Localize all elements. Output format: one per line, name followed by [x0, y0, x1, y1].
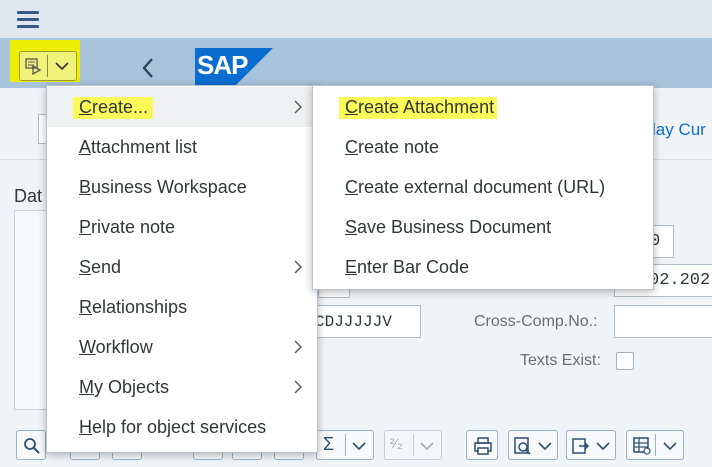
- chevron-down-icon: [420, 442, 434, 451]
- chevron-right-icon: [294, 260, 302, 274]
- menu-item-workflow[interactable]: Workflow: [47, 327, 317, 367]
- sum-icon: Σ: [323, 434, 335, 454]
- chevron-right-icon: [294, 380, 302, 394]
- submenu-item-create-attachment[interactable]: Create Attachment: [313, 87, 653, 127]
- menu-item-label: Business Workspace: [79, 177, 247, 197]
- submenu-item-create-external-document[interactable]: Create external document (URL): [313, 167, 653, 207]
- zoom-button[interactable]: [16, 430, 46, 460]
- menu-item-label: Send: [79, 257, 122, 277]
- menu-item-create[interactable]: Create...: [47, 87, 317, 127]
- field-value-3[interactable]: CDJJJJJV: [300, 305, 421, 338]
- export-icon: [572, 438, 590, 454]
- field-value-2-text: 02.202: [649, 271, 711, 290]
- print-button[interactable]: [466, 430, 498, 460]
- menu-item-send[interactable]: Send: [47, 247, 317, 287]
- texts-exist-checkbox[interactable]: [616, 352, 634, 370]
- services-menu: Create... Attachment list Business Works…: [46, 85, 318, 453]
- menu-item-label: Attachment list: [79, 137, 198, 157]
- shell-bar: [0, 0, 712, 38]
- chevron-down-icon[interactable]: [537, 440, 553, 452]
- submenu-item-label: Create note: [345, 137, 440, 157]
- menu-item-private-note[interactable]: Private note: [47, 207, 317, 247]
- services-for-object-icon: [25, 58, 42, 75]
- submenu-item-enter-bar-code[interactable]: Enter Bar Code: [313, 247, 653, 287]
- menu-item-label: Private note: [79, 217, 176, 237]
- section-title-fragment: Dat: [14, 186, 43, 206]
- submenu-item-label: Save Business Document: [345, 217, 552, 237]
- chevron-down-icon[interactable]: [662, 440, 678, 452]
- subtotal-button[interactable]: ²⁄₂: [384, 430, 442, 460]
- menu-item-label: Relationships: [79, 297, 188, 317]
- submenu-item-label: Create external document (URL): [345, 177, 606, 197]
- menu-item-my-objects[interactable]: My Objects: [47, 367, 317, 407]
- chevron-down-icon[interactable]: [351, 440, 367, 452]
- menu-item-attachment-list[interactable]: Attachment list: [47, 127, 317, 167]
- menu-item-business-workspace[interactable]: Business Workspace: [47, 167, 317, 207]
- print-preview-icon: [514, 437, 531, 455]
- chevron-down-icon[interactable]: [54, 60, 70, 72]
- subtotal-icon: ²⁄₂: [390, 435, 403, 451]
- create-submenu: Create Attachment Create note Create ext…: [312, 85, 654, 290]
- chevron-right-icon: [294, 340, 302, 354]
- cross-comp-label: Cross-Comp.No.:: [474, 313, 598, 330]
- panel-fragment: [14, 210, 48, 410]
- layout-button[interactable]: [626, 430, 684, 460]
- cross-comp-input[interactable]: [614, 305, 712, 338]
- menu-item-relationships[interactable]: Relationships: [47, 287, 317, 327]
- sap-logo-text: SAP: [197, 50, 248, 80]
- header-button-fragment[interactable]: lay Cur: [652, 120, 706, 140]
- submenu-item-label: Create Attachment: [345, 97, 495, 117]
- layout-icon: [633, 437, 651, 455]
- print-preview-button[interactable]: [508, 430, 558, 460]
- chevron-left-icon[interactable]: [140, 55, 156, 81]
- zoom-icon: [24, 438, 40, 454]
- menu-item-label: Help for object services: [79, 417, 267, 437]
- export-button[interactable]: [566, 430, 616, 460]
- chevron-right-icon: [294, 100, 302, 114]
- sum-button[interactable]: Σ: [316, 430, 374, 460]
- submenu-item-label: Enter Bar Code: [345, 257, 470, 277]
- menu-item-help-object-services[interactable]: Help for object services: [47, 407, 317, 447]
- application-toolbar: [0, 38, 712, 88]
- chevron-down-icon[interactable]: [595, 440, 611, 452]
- field-value-3-text: CDJJJJJV: [315, 313, 392, 331]
- menu-item-label: Workflow: [79, 337, 153, 357]
- menu-item-label: Create...: [79, 97, 149, 117]
- menu-item-label: My Objects: [79, 377, 170, 397]
- hamburger-icon[interactable]: [17, 9, 41, 29]
- submenu-item-create-note[interactable]: Create note: [313, 127, 653, 167]
- print-icon: [474, 437, 492, 455]
- services-for-object-button[interactable]: [19, 51, 77, 81]
- submenu-item-save-business-document[interactable]: Save Business Document: [313, 207, 653, 247]
- texts-exist-label: Texts Exist:: [520, 352, 601, 369]
